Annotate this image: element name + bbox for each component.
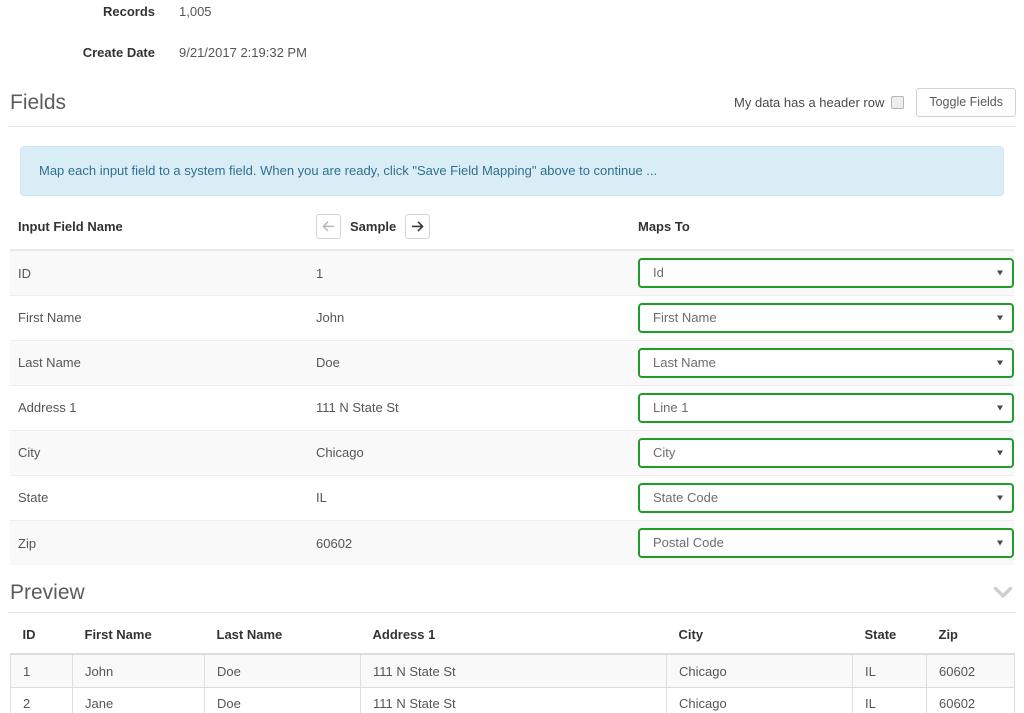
maps-to-select[interactable]: Line 1: [638, 392, 1014, 423]
sample-value: 1: [308, 249, 630, 296]
maps-to-cell: Postal Code: [630, 519, 1014, 566]
sample-value: 60602: [308, 519, 630, 566]
maps-to-select[interactable]: Last Name: [638, 347, 1014, 378]
arrow-right-icon[interactable]: [405, 214, 431, 240]
records-value: 1,005: [179, 4, 212, 19]
fields-section-header: Fields My data has a header row Toggle F…: [8, 88, 1016, 127]
arrow-left-icon[interactable]: [316, 214, 341, 240]
header-row-checkbox-group[interactable]: My data has a header row: [734, 94, 905, 110]
cell-city: Chicago: [666, 686, 853, 713]
sample-value: Doe: [308, 339, 630, 386]
sample-label: Sample: [350, 219, 397, 235]
field-mapping-body: ID 1 Id First Name John First Name Last …: [10, 249, 1014, 566]
maps-to-cell: First Name: [630, 294, 1014, 341]
preview-table: ID First Name Last Name Address 1 City S…: [10, 627, 1015, 713]
input-field-name: First Name: [10, 294, 308, 341]
col-input-field-name: Input Field Name: [10, 214, 308, 252]
maps-to-select-wrap: City: [638, 437, 1014, 468]
maps-to-select-wrap: Last Name: [638, 347, 1014, 378]
preview-col-id: ID: [10, 627, 73, 656]
meta-row-create-date: Create Date 9/21/2017 2:19:32 PM: [0, 45, 1024, 86]
cell-state: IL: [852, 686, 927, 713]
maps-to-cell: State Code: [630, 474, 1014, 521]
maps-to-select-wrap: Line 1: [638, 392, 1014, 423]
maps-to-select[interactable]: Postal Code: [638, 528, 1014, 559]
mapping-instructions-alert: Map each input field to a system field. …: [20, 145, 1004, 197]
preview-col-city: City: [666, 627, 853, 656]
field-mapping-table: Input Field Name Sample Maps To ID 1 Id …: [10, 214, 1014, 566]
sample-nav: Sample: [316, 214, 431, 240]
cell-zip: 60602: [926, 686, 1015, 713]
toggle-fields-button[interactable]: Toggle Fields: [916, 88, 1016, 117]
table-row: First Name John First Name: [10, 294, 1014, 341]
maps-to-select-wrap: Id: [638, 258, 1014, 289]
fields-title: Fields: [10, 90, 67, 114]
input-field-name: Zip: [10, 519, 308, 566]
fields-header-controls: My data has a header row Toggle Fields: [734, 88, 1016, 117]
maps-to-cell: Line 1: [630, 384, 1014, 431]
cell-address-1: 111 N State St: [360, 686, 667, 713]
maps-to-select[interactable]: First Name: [638, 302, 1014, 333]
input-field-name: Address 1: [10, 384, 308, 431]
preview-col-state: State: [852, 627, 927, 656]
sample-value: John: [308, 294, 630, 341]
preview-col-first-name: First Name: [72, 627, 205, 656]
maps-to-select[interactable]: State Code: [638, 482, 1014, 513]
maps-to-cell: City: [630, 429, 1014, 476]
input-field-name: ID: [10, 249, 308, 296]
header-row-checkbox-label: My data has a header row: [734, 94, 885, 110]
cell-last-name: Doe: [204, 653, 361, 688]
input-field-name: Last Name: [10, 339, 308, 386]
cell-city: Chicago: [666, 653, 853, 688]
create-date-label: Create Date: [82, 45, 155, 60]
upload-meta: Records 1,005 Create Date 9/21/2017 2:19…: [0, 0, 1024, 86]
cell-id: 2: [10, 686, 73, 713]
cell-state: IL: [852, 653, 927, 688]
table-row: State IL State Code: [10, 474, 1014, 521]
create-date-value: 9/21/2017 2:19:32 PM: [179, 45, 307, 60]
cell-last-name: Doe: [204, 686, 361, 713]
preview-col-address-1: Address 1: [360, 627, 667, 656]
preview-section: Preview: [0, 580, 1024, 614]
maps-to-cell: Last Name: [630, 339, 1014, 386]
cell-first-name: John: [72, 653, 205, 688]
cell-id: 1: [10, 653, 73, 688]
preview-title: Preview: [10, 580, 85, 604]
col-maps-to: Maps To: [630, 214, 1014, 252]
cell-address-1: 111 N State St: [360, 653, 667, 688]
preview-section-header: Preview: [8, 580, 1016, 614]
field-mapping-header-row: Input Field Name Sample Maps To: [10, 214, 1014, 252]
input-field-name: State: [10, 474, 308, 521]
cell-first-name: Jane: [72, 686, 205, 713]
col-sample: Sample: [308, 214, 630, 252]
sample-value: Chicago: [308, 429, 630, 476]
fields-section: Fields My data has a header row Toggle F…: [0, 88, 1024, 197]
maps-to-select[interactable]: Id: [638, 258, 1014, 289]
chevron-down-icon[interactable]: [990, 581, 1016, 603]
header-row-checkbox[interactable]: [891, 95, 905, 109]
field-mapping-page: Records 1,005 Create Date 9/21/2017 2:19…: [0, 0, 1024, 713]
input-field-name: City: [10, 429, 308, 476]
preview-body: 1 John Doe 111 N State St Chicago IL 606…: [10, 653, 1015, 713]
maps-to-select-wrap: First Name: [638, 302, 1014, 333]
sample-value: IL: [308, 474, 630, 521]
preview-header-row: ID First Name Last Name Address 1 City S…: [10, 627, 1015, 656]
maps-to-select[interactable]: City: [638, 437, 1014, 468]
preview-col-zip: Zip: [926, 627, 1015, 656]
table-row: City Chicago City: [10, 429, 1014, 476]
table-row: 1 John Doe 111 N State St Chicago IL 606…: [10, 653, 1015, 688]
table-row: 2 Jane Doe 111 N State St Chicago IL 606…: [10, 686, 1015, 713]
preview-col-last-name: Last Name: [204, 627, 361, 656]
sample-value: 111 N State St: [308, 384, 630, 431]
cell-zip: 60602: [926, 653, 1015, 688]
table-row: Last Name Doe Last Name: [10, 339, 1014, 386]
maps-to-cell: Id: [630, 249, 1014, 296]
maps-to-select-wrap: Postal Code: [638, 528, 1014, 559]
maps-to-select-wrap: State Code: [638, 482, 1014, 513]
records-label: Records: [102, 4, 155, 19]
table-row: Zip 60602 Postal Code: [10, 519, 1014, 566]
meta-row-records: Records 1,005: [0, 4, 1024, 45]
table-row: ID 1 Id: [10, 249, 1014, 296]
table-row: Address 1 111 N State St Line 1: [10, 384, 1014, 431]
